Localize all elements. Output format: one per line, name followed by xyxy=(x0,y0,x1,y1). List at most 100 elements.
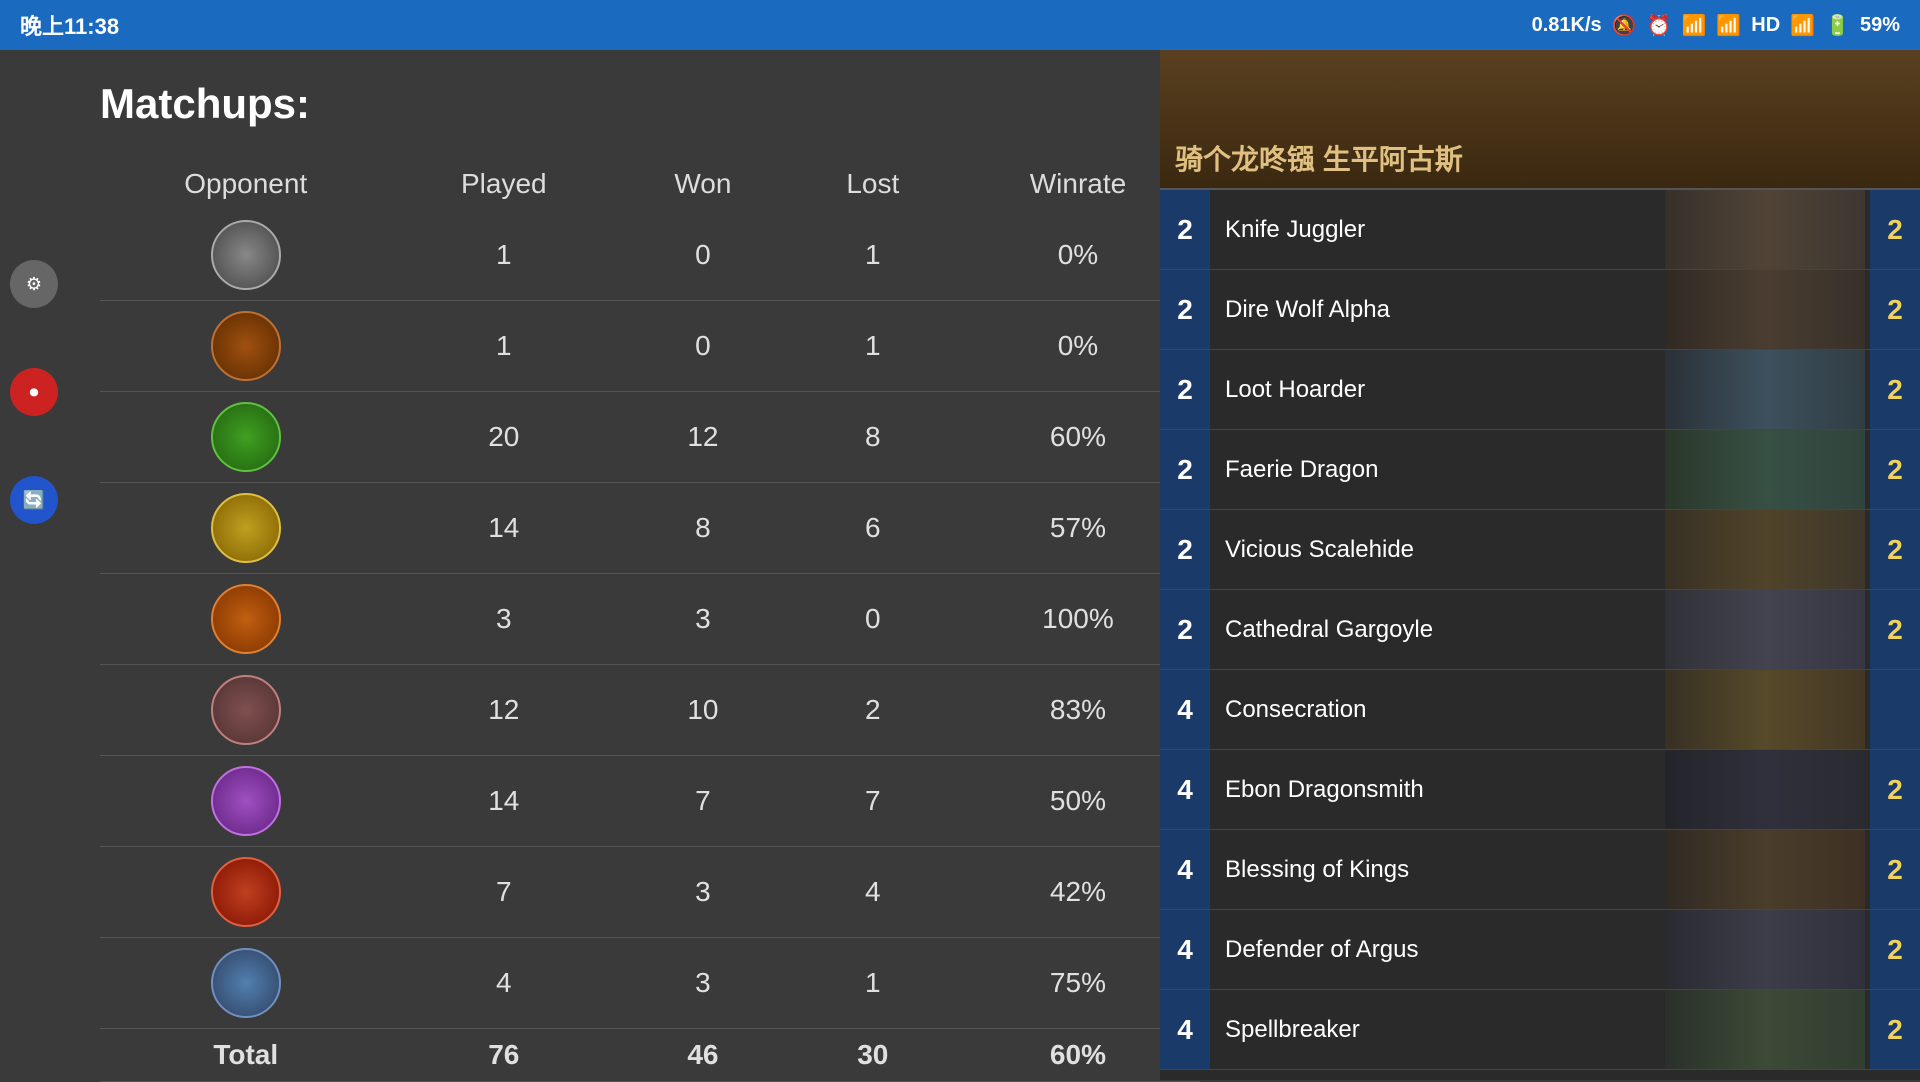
sync-button[interactable]: 🔄 xyxy=(10,476,58,524)
card-name: Spellbreaker xyxy=(1210,1016,1870,1044)
won-cell: 0 xyxy=(616,301,790,392)
card-row[interactable]: 2 Knife Juggler 2 xyxy=(1160,190,1920,270)
card-count: 2 xyxy=(1870,990,1920,1070)
matchups-body: 1 0 1 0% 1 0 1 0% 20 12 8 60% 14 8 xyxy=(100,210,1200,1082)
opponent-icon-cell xyxy=(100,665,391,756)
played-cell: 14 xyxy=(391,756,616,847)
card-name: Blessing of Kings xyxy=(1210,856,1870,884)
total-label: Total xyxy=(100,1029,391,1082)
won-cell: 3 xyxy=(616,574,790,665)
class-icon xyxy=(211,948,281,1018)
table-row[interactable]: 1 0 1 0% xyxy=(100,301,1200,392)
card-row[interactable]: 4 Spellbreaker 2 xyxy=(1160,990,1920,1070)
card-cost: 2 xyxy=(1160,590,1210,670)
card-count: 2 xyxy=(1870,190,1920,270)
col-won: Won xyxy=(616,158,790,210)
opponent-icon-cell xyxy=(100,483,391,574)
card-count: 2 xyxy=(1870,590,1920,670)
played-cell: 1 xyxy=(391,210,616,301)
card-row[interactable]: 2 Vicious Scalehide 2 xyxy=(1160,510,1920,590)
settings-button[interactable]: ⚙ xyxy=(10,260,58,308)
table-header-row: Opponent Played Won Lost Winrate xyxy=(100,158,1200,210)
card-name: Defender of Argus xyxy=(1210,936,1870,964)
class-icon xyxy=(211,675,281,745)
class-icon xyxy=(211,311,281,381)
won-cell: 0 xyxy=(616,210,790,301)
card-count: 2 xyxy=(1870,750,1920,830)
card-row[interactable]: 4 Consecration xyxy=(1160,670,1920,750)
record-button[interactable]: ⏺ xyxy=(10,368,58,416)
won-cell: 7 xyxy=(616,756,790,847)
table-row[interactable]: 1 0 1 0% xyxy=(100,210,1200,301)
card-row[interactable]: 2 Dire Wolf Alpha 2 xyxy=(1160,270,1920,350)
total-lost: 30 xyxy=(790,1029,956,1082)
card-row[interactable]: 2 Loot Hoarder 2 xyxy=(1160,350,1920,430)
table-row[interactable]: 14 7 7 50% xyxy=(100,756,1200,847)
lost-cell: 4 xyxy=(790,847,956,938)
opponent-icon-cell xyxy=(100,938,391,1029)
signal-icon: 📶 xyxy=(1716,13,1741,38)
card-cost: 4 xyxy=(1160,670,1210,750)
won-cell: 10 xyxy=(616,665,790,756)
class-icon xyxy=(211,493,281,563)
class-icon xyxy=(211,220,281,290)
lost-cell: 6 xyxy=(790,483,956,574)
played-cell: 20 xyxy=(391,392,616,483)
table-row[interactable]: 12 10 2 83% xyxy=(100,665,1200,756)
won-cell: 12 xyxy=(616,392,790,483)
lost-cell: 1 xyxy=(790,210,956,301)
wifi-icon: 📶 xyxy=(1681,13,1706,38)
left-panel: ⚙ ⏺ 🔄 Matchups: Opponent Played Won Lost… xyxy=(0,50,1160,1080)
status-icons: 0.81K/s 🔕 ⏰ 📶 📶 HD 📶 🔋 59% xyxy=(1532,13,1900,38)
time: 晚上11:38 xyxy=(20,9,119,41)
card-row[interactable]: 4 Ebon Dragonsmith 2 xyxy=(1160,750,1920,830)
matchups-table: Opponent Played Won Lost Winrate 1 0 1 0… xyxy=(100,158,1200,1082)
played-cell: 4 xyxy=(391,938,616,1029)
card-count: 2 xyxy=(1870,910,1920,990)
card-row[interactable]: 2 Cathedral Gargoyle 2 xyxy=(1160,590,1920,670)
card-row[interactable]: 4 Blessing of Kings 2 xyxy=(1160,830,1920,910)
card-name: Dire Wolf Alpha xyxy=(1210,296,1870,324)
card-cost: 2 xyxy=(1160,350,1210,430)
played-cell: 7 xyxy=(391,847,616,938)
lost-cell: 2 xyxy=(790,665,956,756)
card-name: Knife Juggler xyxy=(1210,216,1870,244)
class-icon xyxy=(211,766,281,836)
card-name: Vicious Scalehide xyxy=(1210,536,1870,564)
side-icons: ⚙ ⏺ 🔄 xyxy=(0,250,68,534)
opponent-icon-cell xyxy=(100,210,391,301)
won-cell: 8 xyxy=(616,483,790,574)
table-row[interactable]: 7 3 4 42% xyxy=(100,847,1200,938)
opponent-icon-cell xyxy=(100,574,391,665)
hd-label: HD xyxy=(1751,14,1780,37)
card-count: 2 xyxy=(1870,510,1920,590)
played-cell: 1 xyxy=(391,301,616,392)
table-row[interactable]: 20 12 8 60% xyxy=(100,392,1200,483)
total-won: 46 xyxy=(616,1029,790,1082)
card-cost: 2 xyxy=(1160,270,1210,350)
matchups-title: Matchups: xyxy=(100,80,1140,128)
card-count: 2 xyxy=(1870,430,1920,510)
card-name: Consecration xyxy=(1210,696,1870,724)
total-played: 76 xyxy=(391,1029,616,1082)
card-cost: 2 xyxy=(1160,430,1210,510)
total-row: Total 76 46 30 60% xyxy=(100,1029,1200,1082)
card-name: Cathedral Gargoyle xyxy=(1210,616,1870,644)
deck-title: 骑个龙咚镪 生平阿古斯 xyxy=(1175,138,1463,178)
card-cost: 4 xyxy=(1160,990,1210,1070)
card-name: Ebon Dragonsmith xyxy=(1210,776,1870,804)
played-cell: 12 xyxy=(391,665,616,756)
card-row[interactable]: 2 Faerie Dragon 2 xyxy=(1160,430,1920,510)
table-row[interactable]: 4 3 1 75% xyxy=(100,938,1200,1029)
opponent-icon-cell xyxy=(100,756,391,847)
lost-cell: 1 xyxy=(790,938,956,1029)
table-row[interactable]: 14 8 6 57% xyxy=(100,483,1200,574)
won-cell: 3 xyxy=(616,847,790,938)
lost-cell: 1 xyxy=(790,301,956,392)
card-count: 2 xyxy=(1870,350,1920,430)
table-row[interactable]: 3 3 0 100% xyxy=(100,574,1200,665)
card-row[interactable]: 4 Defender of Argus 2 xyxy=(1160,910,1920,990)
lost-cell: 0 xyxy=(790,574,956,665)
card-count: 2 xyxy=(1870,270,1920,350)
alarm-icon: ⏰ xyxy=(1647,13,1672,38)
